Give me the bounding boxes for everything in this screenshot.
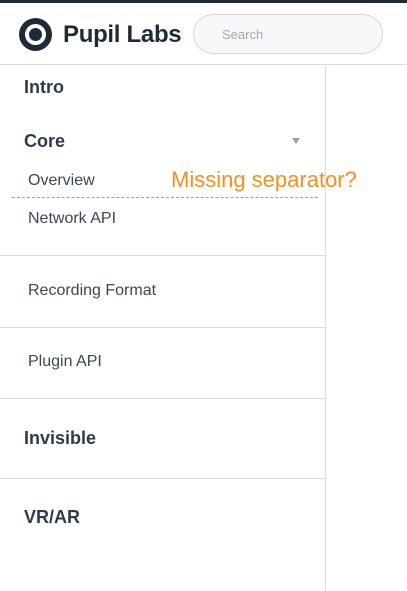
separator — [0, 398, 325, 399]
search-input[interactable] — [193, 14, 383, 54]
separator — [0, 478, 325, 479]
sidebar-item-overview[interactable]: Overview — [28, 172, 95, 190]
sidebar-section-core[interactable]: Core — [24, 131, 65, 152]
sidebar-section-intro[interactable]: Intro — [24, 77, 64, 98]
sidebar-item-plugin-api[interactable]: Plugin API — [28, 353, 102, 371]
annotation-text: Missing separator? — [171, 167, 357, 192]
pupil-labs-logo-icon[interactable] — [19, 18, 52, 51]
separator — [0, 255, 325, 256]
sidebar-section-vr-ar[interactable]: VR/AR — [24, 507, 80, 528]
separator — [0, 327, 325, 328]
sidebar: Intro Core Overview Network API Recordin… — [0, 66, 326, 591]
sidebar-item-network-api[interactable]: Network API — [28, 210, 116, 228]
sidebar-section-invisible[interactable]: Invisible — [24, 428, 96, 449]
sidebar-item-recording-format[interactable]: Recording Format — [28, 282, 156, 300]
chevron-down-icon[interactable] — [292, 138, 300, 144]
logo-text[interactable]: Pupil Labs — [63, 21, 182, 49]
annotation-dashed-line — [12, 197, 318, 198]
header: Pupil Labs — [0, 3, 407, 65]
